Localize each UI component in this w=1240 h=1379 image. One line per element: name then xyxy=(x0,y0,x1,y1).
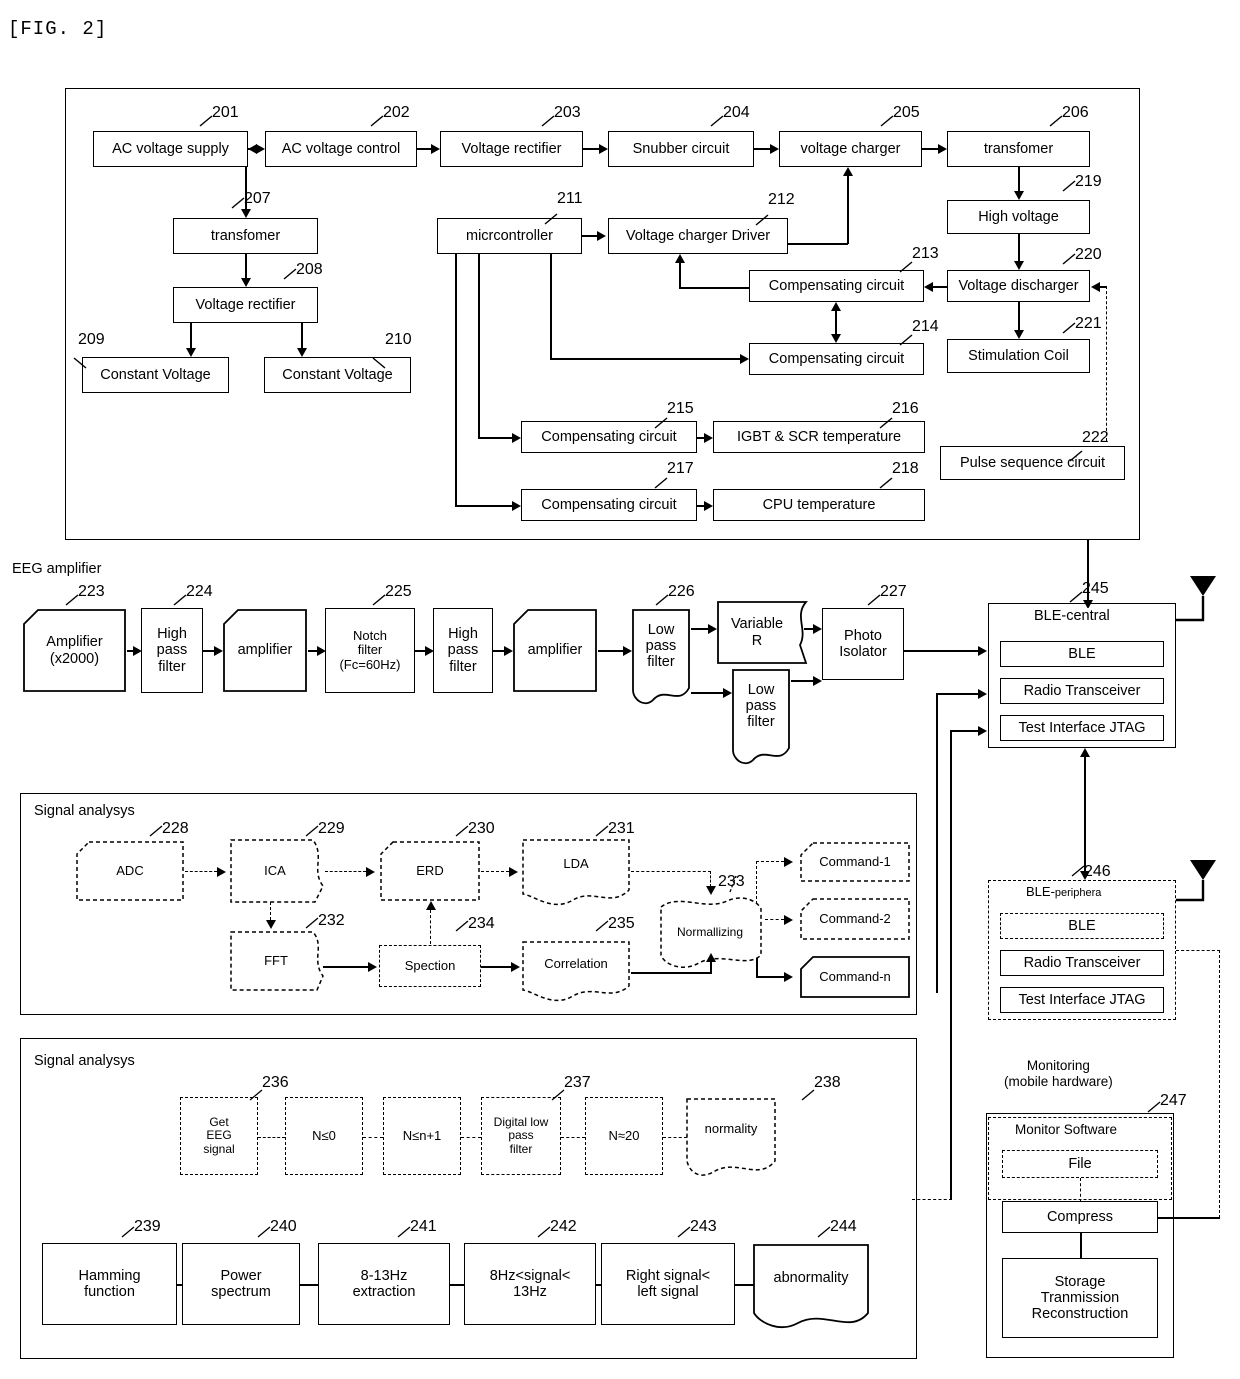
ref-241: 241 xyxy=(410,1218,437,1235)
ref-tick-233 xyxy=(121,825,1161,1238)
ref-242: 242 xyxy=(550,1218,577,1235)
ref-246: 246 xyxy=(1084,863,1111,880)
ref-239: 239 xyxy=(134,1218,161,1235)
ref-237: 237 xyxy=(564,1074,591,1091)
figure-canvas: [FIG. 2] AC voltage supply AC voltage co… xyxy=(0,0,1240,1379)
ref-243: 243 xyxy=(690,1218,717,1235)
ref-236: 236 xyxy=(262,1074,289,1091)
ref-244: 244 xyxy=(830,1218,857,1235)
ref-247: 247 xyxy=(1160,1092,1187,1109)
ref-240: 240 xyxy=(270,1218,297,1235)
ref-238: 238 xyxy=(814,1074,841,1091)
